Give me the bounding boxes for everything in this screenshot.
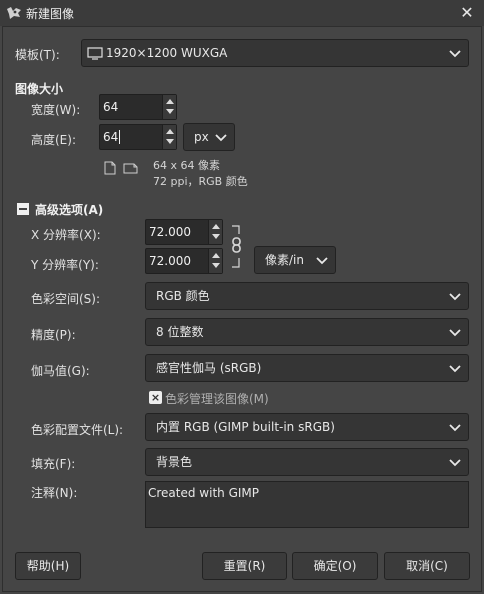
fill-combo[interactable]: 背景色 [145, 448, 469, 476]
help-button[interactable]: 帮助(H) [15, 552, 81, 580]
resolution-unit-value: 像素/in [265, 253, 304, 267]
cancel-button[interactable]: 取消(C) [384, 552, 470, 580]
color-space-label: 色彩空间(S): [31, 292, 101, 306]
ok-button[interactable]: 确定(O) [292, 552, 378, 580]
collapse-minus-icon[interactable] [17, 203, 29, 215]
size-info-resolution: 72 ppi，RGB 颜色 [153, 175, 248, 188]
color-manage-checkbox[interactable]: × [149, 391, 162, 404]
monitor-icon [87, 47, 103, 60]
precision-label: 精度(P): [31, 328, 76, 342]
gamma-combo[interactable]: 感官性伽马 (sRGB) [145, 354, 469, 382]
chevron-down-icon [449, 50, 461, 58]
comment-textarea[interactable]: Created with GIMP [145, 481, 469, 528]
chevron-down-icon [215, 134, 227, 142]
height-spin-arrows[interactable] [162, 125, 176, 149]
template-label: 模板(T): [15, 48, 60, 62]
precision-value: 8 位整数 [156, 325, 204, 339]
size-unit-value: px [194, 130, 209, 144]
chevron-down-icon [449, 329, 461, 337]
width-spin-arrows[interactable] [162, 95, 176, 119]
color-space-value: RGB 颜色 [156, 289, 210, 303]
template-combo[interactable]: 1920×1200 WUXGA [81, 39, 469, 67]
chain-link-icon[interactable] [230, 224, 244, 270]
portrait-icon[interactable] [104, 161, 116, 175]
chevron-down-icon [449, 293, 461, 301]
x-resolution-label: X 分辨率(X): [31, 228, 101, 242]
size-info-pixels: 64 x 64 像素 [153, 159, 220, 172]
precision-combo[interactable]: 8 位整数 [145, 318, 469, 346]
height-label: 高度(E): [31, 133, 76, 147]
x-resolution-value: 72.000 [149, 225, 191, 239]
color-profile-label: 色彩配置文件(L): [31, 423, 124, 437]
chevron-down-icon [316, 257, 328, 265]
close-icon[interactable]: ✕ [456, 2, 478, 24]
y-resolution-value: 72.000 [149, 254, 191, 268]
chevron-down-icon [449, 365, 461, 373]
y-resolution-spin[interactable]: 72.000 [145, 248, 223, 274]
color-manage-label: 色彩管理该图像(M) [165, 392, 269, 406]
template-value: 1920×1200 WUXGA [106, 46, 228, 60]
color-space-combo[interactable]: RGB 颜色 [145, 282, 469, 310]
color-profile-combo[interactable]: 内置 RGB (GIMP built-in sRGB) [145, 413, 469, 441]
fill-value: 背景色 [156, 455, 193, 469]
color-profile-value: 内置 RGB (GIMP built-in sRGB) [156, 420, 335, 434]
landscape-icon[interactable] [123, 163, 138, 174]
y-resolution-spin-arrows[interactable] [208, 249, 222, 273]
x-resolution-spin[interactable]: 72.000 [145, 219, 223, 245]
title-bar: 新建图像 ✕ [0, 0, 484, 26]
width-value: 64 [103, 100, 119, 114]
chevron-down-icon [449, 424, 461, 432]
window-title: 新建图像 [26, 7, 75, 21]
x-resolution-spin-arrows[interactable] [208, 220, 222, 244]
width-label: 宽度(W): [31, 103, 81, 117]
y-resolution-label: Y 分辨率(Y): [31, 258, 99, 272]
gimp-wilber-icon [7, 7, 21, 19]
comment-label: 注释(N): [31, 486, 78, 500]
size-unit-combo[interactable]: px [183, 123, 235, 151]
gamma-label: 伽马值(G): [31, 364, 90, 378]
height-spin[interactable]: 64 [99, 124, 177, 150]
resolution-unit-combo[interactable]: 像素/in [254, 246, 336, 274]
width-spin[interactable]: 64 [99, 94, 177, 120]
new-image-dialog: 模板(T): 1920×1200 WUXGA 图像大小 宽度(W): 64 高度… [2, 26, 482, 592]
advanced-options-expander[interactable]: 高级选项(A) [35, 201, 103, 218]
reset-button[interactable]: 重置(R) [202, 552, 287, 580]
text-caret [119, 130, 120, 144]
height-value: 64 [103, 130, 119, 144]
image-size-heading: 图像大小 [15, 82, 64, 96]
fill-label: 填充(F): [31, 457, 76, 471]
gamma-value: 感官性伽马 (sRGB) [156, 361, 262, 375]
chevron-down-icon [449, 459, 461, 467]
